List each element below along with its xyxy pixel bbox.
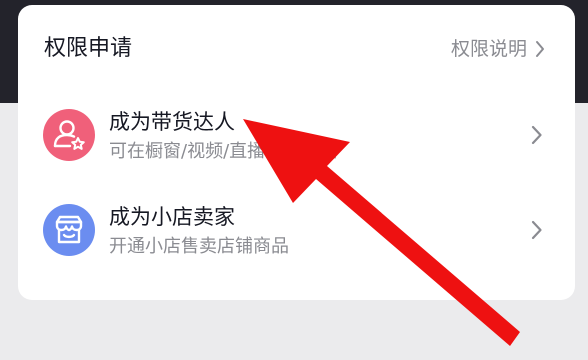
permission-explanation-link[interactable]: 权限说明 (451, 35, 545, 63)
permission-explanation-label: 权限说明 (450, 38, 527, 60)
shop-icon (43, 204, 95, 256)
chevron-right-icon (531, 125, 542, 145)
card-title: 权限申请 (44, 36, 133, 61)
permission-request-card: 权限申请 权限说明 成为带货达人 可在橱窗/视频/直播推广商品 成为小店卖家 开… (18, 5, 575, 300)
row-subtitle: 开通小店售卖店铺商品 (109, 236, 289, 257)
row-title: 成为带货达人 (109, 110, 235, 134)
become-shop-seller-row[interactable]: 成为小店卖家 开通小店售卖店铺商品 (18, 188, 575, 283)
user-star-icon (43, 109, 95, 161)
chevron-right-icon (531, 220, 542, 240)
row-title: 成为小店卖家 (109, 205, 235, 229)
card-header: 权限申请 权限说明 (18, 5, 575, 91)
row-subtitle: 可在橱窗/视频/直播推广商品 (109, 141, 338, 162)
become-influencer-row[interactable]: 成为带货达人 可在橱窗/视频/直播推广商品 (18, 93, 575, 188)
chevron-right-icon (536, 41, 544, 57)
